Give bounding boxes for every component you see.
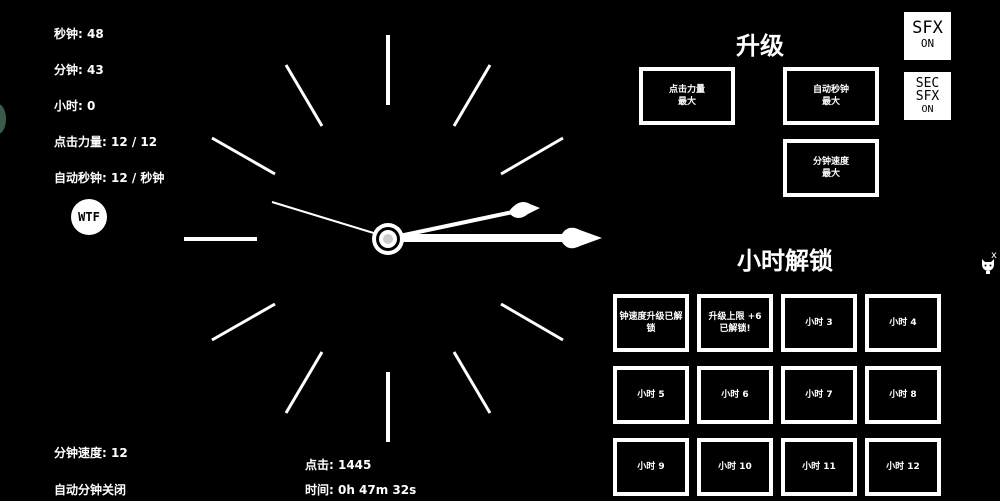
hour-unlock-6[interactable]: 小时 6: [697, 366, 773, 424]
hour-unlock-10[interactable]: 小时 10: [697, 438, 773, 496]
upgrade-click-power-button[interactable]: 点击力量 最大: [639, 67, 735, 125]
sec-label: SEC: [915, 75, 940, 91]
sec-sfx-toggle-button[interactable]: SEC SFX ON: [904, 72, 951, 120]
sec-sfx-label: SFX: [915, 88, 940, 104]
clock-face-icon[interactable]: [150, 20, 630, 500]
hour-unlock-7[interactable]: 小时 7: [781, 366, 857, 424]
wtf-button[interactable]: WTF: [71, 199, 107, 235]
hour-unlock-5[interactable]: 小时 5: [613, 366, 689, 424]
second-hand: [271, 201, 391, 239]
auto-minutes-stat: 自动分钟关闭: [54, 483, 127, 497]
edge-tab: [0, 104, 6, 134]
hour-unlock-11[interactable]: 小时 11: [781, 438, 857, 496]
hour-unlock-3[interactable]: 小时 3: [781, 294, 857, 352]
sfx-state: ON: [920, 37, 935, 50]
upgrade-auto-seconds-button[interactable]: 自动秒钟 最大: [783, 67, 879, 125]
sec-sfx-state: ON: [921, 103, 934, 115]
hour-unlock-1[interactable]: 钟速度升级已解锁: [613, 294, 689, 352]
minutes-stat: 分钟: 43: [54, 63, 104, 77]
hour-unlock-2[interactable]: 升级上限 +6 已解锁!: [697, 294, 773, 352]
upgrades-title: 升级: [736, 32, 784, 60]
sfx-label: SFX: [912, 18, 943, 38]
auto-seconds-stat: 自动秒钟: 12 / 秒钟: [54, 171, 165, 185]
click-power-stat: 点击力量: 12 / 12: [54, 135, 158, 149]
clock-center-hub: [372, 223, 404, 255]
hour-unlock-4[interactable]: 小时 4: [865, 294, 941, 352]
minute-hand: [389, 202, 540, 240]
minute-speed-stat: 分钟速度: 12: [54, 446, 128, 460]
hour-unlock-9[interactable]: 小时 9: [613, 438, 689, 496]
seconds-stat: 秒钟: 48: [54, 27, 104, 41]
hour-unlock-12[interactable]: 小时 12: [865, 438, 941, 496]
hour-unlock-8[interactable]: 小时 8: [865, 366, 941, 424]
hours-stat: 小时: 0: [54, 99, 96, 113]
upgrade-minute-speed-button[interactable]: 分钟速度 最大: [783, 139, 879, 197]
hour-unlocks-title: 小时解锁: [737, 247, 833, 275]
cat-icon[interactable]: [981, 258, 995, 274]
sfx-toggle-button[interactable]: SFX ON: [904, 12, 951, 60]
